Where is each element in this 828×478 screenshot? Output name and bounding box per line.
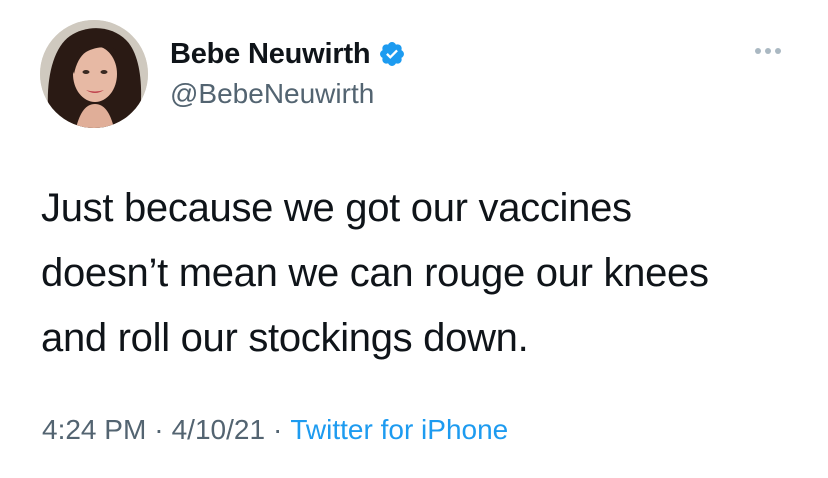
meta-separator: · (154, 414, 164, 445)
tweet-text-line: doesn’t mean we can rouge our knees (41, 251, 709, 295)
tweet-source-link[interactable]: Twitter for iPhone (290, 414, 508, 445)
tweet-text-line: Just because we got our vaccines (41, 186, 632, 230)
avatar[interactable] (40, 20, 148, 128)
meta-separator: · (273, 414, 283, 445)
tweet-card: Bebe Neuwirth @BebeNeuwirth Just because… (0, 0, 828, 478)
more-options-icon[interactable] (751, 44, 785, 58)
verified-badge-icon (378, 40, 406, 68)
author-handle[interactable]: @BebeNeuwirth (170, 78, 374, 110)
tweet-text: Just because we got our vaccines doesn’t… (41, 176, 811, 371)
author-display-name[interactable]: Bebe Neuwirth (170, 38, 371, 71)
author-name-row: Bebe Neuwirth (170, 36, 406, 72)
tweet-time[interactable]: 4:24 PM (42, 414, 146, 445)
tweet-text-line: and roll our stockings down. (41, 316, 529, 360)
tweet-date[interactable]: 4/10/21 (172, 414, 265, 445)
tweet-meta: 4:24 PM · 4/10/21 · Twitter for iPhone (42, 414, 508, 446)
profile-photo-icon (40, 20, 148, 128)
